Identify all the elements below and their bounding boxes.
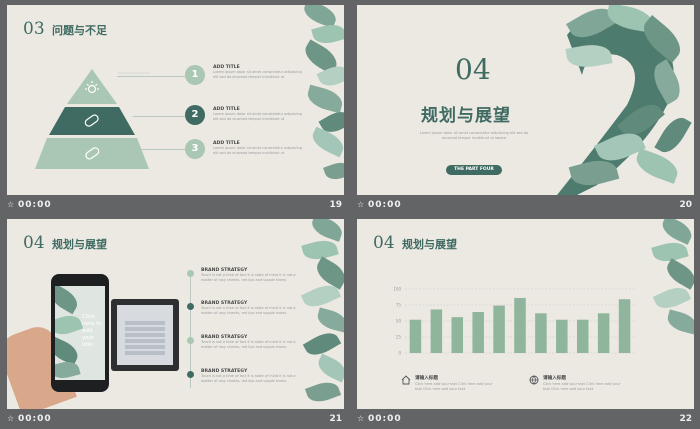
animation-star-icon: ☆	[7, 414, 15, 423]
list-item: ADD TITLE Lorem ipsum dolor sit amet con…	[213, 65, 303, 79]
item-text: Lorem ipsum dolor sit amet consectetur a…	[213, 70, 302, 79]
section-title: 规划与展望	[402, 238, 457, 251]
animation-star-icon: ☆	[357, 200, 365, 209]
connector-line-1	[117, 76, 185, 77]
section-title: 问题与不足	[52, 24, 107, 37]
chart-bar	[514, 297, 526, 353]
slide-thumbnail-19[interactable]: 03 问题与不足 1 2 3 ADD TITLE Lorem ipsum dol…	[7, 5, 344, 215]
section-title: 规划与展望	[421, 106, 511, 126]
slide-19[interactable]: 03 问题与不足 1 2 3 ADD TITLE Lorem ipsum dol…	[7, 5, 344, 195]
note-text: Click here add your text Click here add …	[543, 382, 621, 391]
pyramid-middle	[49, 107, 135, 135]
section-subtitle: Lorem ipsum dolor sit amet consectetur a…	[419, 131, 529, 140]
section-number: 04	[23, 233, 45, 253]
timeline-dot	[187, 270, 194, 277]
number-circle-2: 2	[185, 105, 205, 125]
phone-placeholder-text: Click here to add your title	[82, 314, 102, 348]
section-number: 04	[373, 233, 395, 253]
slide-thumbnail-22[interactable]: 04 规划与展望 100 75 50 25 0 请输入标题 Click here add…	[357, 219, 694, 429]
slide-timing: 00:00	[368, 414, 402, 424]
status-bar: ☆ 00:00 19	[7, 197, 344, 215]
list-item: BRAND STRATEGY Touch is not a time of fa…	[201, 369, 299, 383]
slide-timing: 00:00	[18, 200, 52, 210]
note-title: 请输入标题	[543, 376, 566, 381]
laptop-image	[111, 299, 179, 371]
timeline-dot	[187, 337, 194, 344]
list-item: BRAND STRATEGY Touch is not a time of fa…	[201, 301, 299, 315]
timeline-dot	[187, 303, 194, 310]
y-tick-label: 0	[398, 351, 401, 356]
slide-number: 21	[329, 414, 342, 424]
status-bar: ☆ 00:00 21	[7, 411, 344, 429]
chart-bar	[618, 299, 631, 353]
pyramid-top	[67, 69, 117, 104]
list-item: BRAND STRATEGY Touch is not a time of fa…	[201, 335, 299, 349]
chart-bar	[409, 319, 422, 353]
connector-line-2	[133, 116, 185, 117]
status-bar: ☆ 00:00 20	[357, 197, 694, 215]
item-text: Lorem ipsum dolor sit amet consectetur a…	[213, 146, 302, 155]
item-text: Touch is not a time of fact it is state …	[201, 306, 296, 315]
item-text: Lorem ipsum dolor sit amet consectetur a…	[213, 112, 302, 121]
item-text: Touch is not a time of fact it is state …	[201, 273, 296, 282]
slide-22[interactable]: 04 规划与展望 100 75 50 25 0 请输入标题 Click here add…	[357, 219, 694, 409]
slide-thumbnail-21[interactable]: 04 规划与展望 Click here to add your title BR…	[7, 219, 344, 429]
chart-bar	[451, 317, 464, 353]
pyramid-diagram	[35, 69, 150, 169]
status-bar: ☆ 00:00 22	[357, 411, 694, 429]
y-tick-label: 50	[396, 319, 402, 324]
part-badge: THE PART FOUR	[446, 165, 502, 175]
list-item: ADD TITLE Lorem ipsum dolor sit amet con…	[213, 141, 303, 155]
note-text: Click here add your text Click here add …	[415, 382, 493, 391]
timeline-dot	[187, 371, 194, 378]
chart-bar	[472, 312, 484, 353]
number-circle-3: 3	[185, 139, 205, 159]
globe-icon	[529, 375, 539, 385]
number-circle-1: 1	[185, 65, 205, 85]
list-item: BRAND STRATEGY Touch is not a time of fa…	[201, 268, 299, 282]
chart-bar	[493, 305, 505, 353]
animation-star-icon: ☆	[357, 414, 365, 423]
section-title: 规划与展望	[52, 238, 107, 251]
y-tick-label: 25	[396, 335, 402, 340]
chart-bar	[430, 309, 443, 353]
chart-bar	[576, 319, 589, 353]
phone-image: Click here to add your title	[51, 274, 109, 392]
slide-thumbnail-20[interactable]: 04 规划与展望 Lorem ipsum dolor sit amet cons…	[357, 5, 694, 215]
list-item: ADD TITLE Lorem ipsum dolor sit amet con…	[213, 107, 303, 121]
note-title: 请输入标题	[415, 376, 438, 381]
slide-timing: 00:00	[18, 414, 52, 424]
slide-20[interactable]: 04 规划与展望 Lorem ipsum dolor sit amet cons…	[357, 5, 694, 195]
slide-timing: 00:00	[368, 200, 402, 210]
chart-bar	[556, 319, 568, 353]
item-text: Touch is not a time of fact it is state …	[201, 340, 296, 349]
section-number: 03	[23, 19, 45, 39]
slide-number: 20	[679, 200, 692, 210]
animation-star-icon: ☆	[7, 200, 15, 209]
slide-number: 22	[679, 414, 692, 424]
home-icon	[401, 375, 411, 385]
item-text: Touch is not a time of fact it is state …	[201, 374, 296, 383]
section-big-number: 04	[455, 53, 491, 86]
slide-number: 19	[329, 200, 342, 210]
bar-chart: 100 75 50 25 0	[393, 287, 635, 356]
pyramid-bottom	[35, 138, 149, 169]
y-tick-label: 100	[393, 287, 401, 292]
y-tick-label: 75	[396, 303, 402, 308]
chart-bar	[597, 313, 610, 353]
chart-bar	[535, 313, 547, 353]
connector-line-3	[141, 149, 185, 150]
slide-21[interactable]: 04 规划与展望 Click here to add your title BR…	[7, 219, 344, 409]
